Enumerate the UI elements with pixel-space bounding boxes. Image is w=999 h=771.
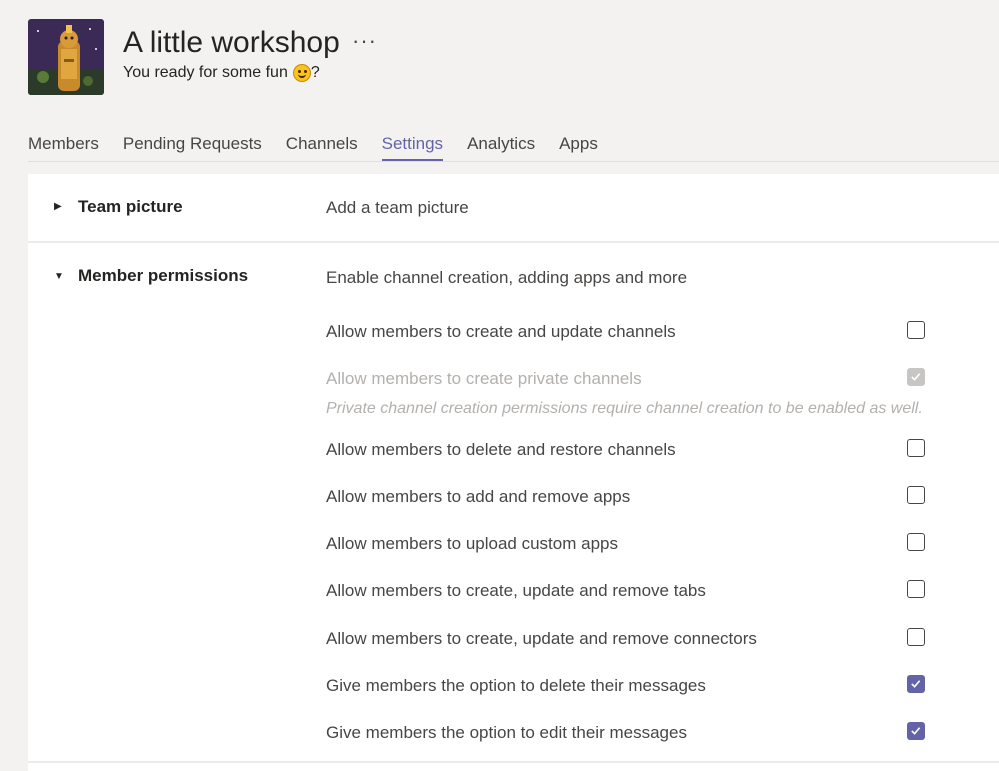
permission-option-label: Allow members to add and remove apps: [326, 487, 631, 506]
collapsed-caret-icon[interactable]: ▶: [54, 201, 62, 212]
team-picture-description: Add a team picture: [326, 198, 469, 217]
tab-analytics[interactable]: Analytics: [467, 134, 535, 160]
permission-option-label: Give members the option to delete their …: [326, 676, 706, 695]
member-permissions-description: Enable channel creation, adding apps and…: [326, 268, 688, 287]
team-description-suffix: ?: [310, 64, 320, 81]
team-tabs: Members Pending Requests Channels Settin…: [28, 134, 622, 162]
permission-checkbox[interactable]: [907, 439, 925, 457]
section-divider: [28, 241, 999, 243]
permission-checkbox: [907, 368, 925, 386]
permission-option-label: Allow members to create, update and remo…: [326, 629, 757, 648]
permission-checkbox[interactable]: [907, 321, 925, 339]
team-description-text: You ready for some fun: [123, 64, 288, 81]
section-divider: [28, 761, 999, 763]
permission-option-label: Allow members to upload custom apps: [326, 534, 618, 553]
expanded-caret-icon[interactable]: ▼: [54, 271, 64, 282]
wink-emoji-icon: [292, 64, 311, 82]
team-picture-title[interactable]: Team picture: [78, 197, 183, 217]
tab-members[interactable]: Members: [28, 134, 99, 160]
permission-option-label: Allow members to create and update chann…: [326, 322, 676, 341]
permission-option-label: Allow members to create, update and remo…: [326, 581, 706, 600]
settings-panel: ▶ Team picture Add a team picture ▼ Memb…: [28, 174, 999, 771]
member-permissions-title[interactable]: Member permissions: [78, 266, 248, 286]
team-name: A little workshop: [123, 26, 340, 59]
permission-checkbox[interactable]: [907, 722, 925, 740]
team-picture-image: [28, 19, 104, 95]
team-header: A little workshop ··· You ready for some…: [0, 0, 999, 120]
more-options-icon[interactable]: ···: [352, 28, 377, 54]
permission-option-label: Give members the option to edit their me…: [326, 723, 687, 742]
permission-checkbox[interactable]: [907, 628, 925, 646]
private-channel-note: Private channel creation permissions req…: [326, 400, 923, 417]
permission-checkbox[interactable]: [907, 580, 925, 598]
team-description: You ready for some fun ?: [123, 64, 320, 82]
tab-pending-requests[interactable]: Pending Requests: [123, 134, 262, 160]
tab-channels[interactable]: Channels: [286, 134, 358, 160]
tabs-divider: [28, 161, 999, 162]
permission-checkbox[interactable]: [907, 533, 925, 551]
permission-option-label: Allow members to delete and restore chan…: [326, 440, 676, 459]
tab-apps[interactable]: Apps: [559, 134, 598, 160]
permission-option-label: Allow members to create private channels: [326, 369, 642, 388]
tab-settings[interactable]: Settings: [381, 134, 444, 162]
permission-checkbox[interactable]: [907, 486, 925, 504]
team-avatar[interactable]: [28, 19, 104, 95]
permission-checkbox[interactable]: [907, 675, 925, 693]
